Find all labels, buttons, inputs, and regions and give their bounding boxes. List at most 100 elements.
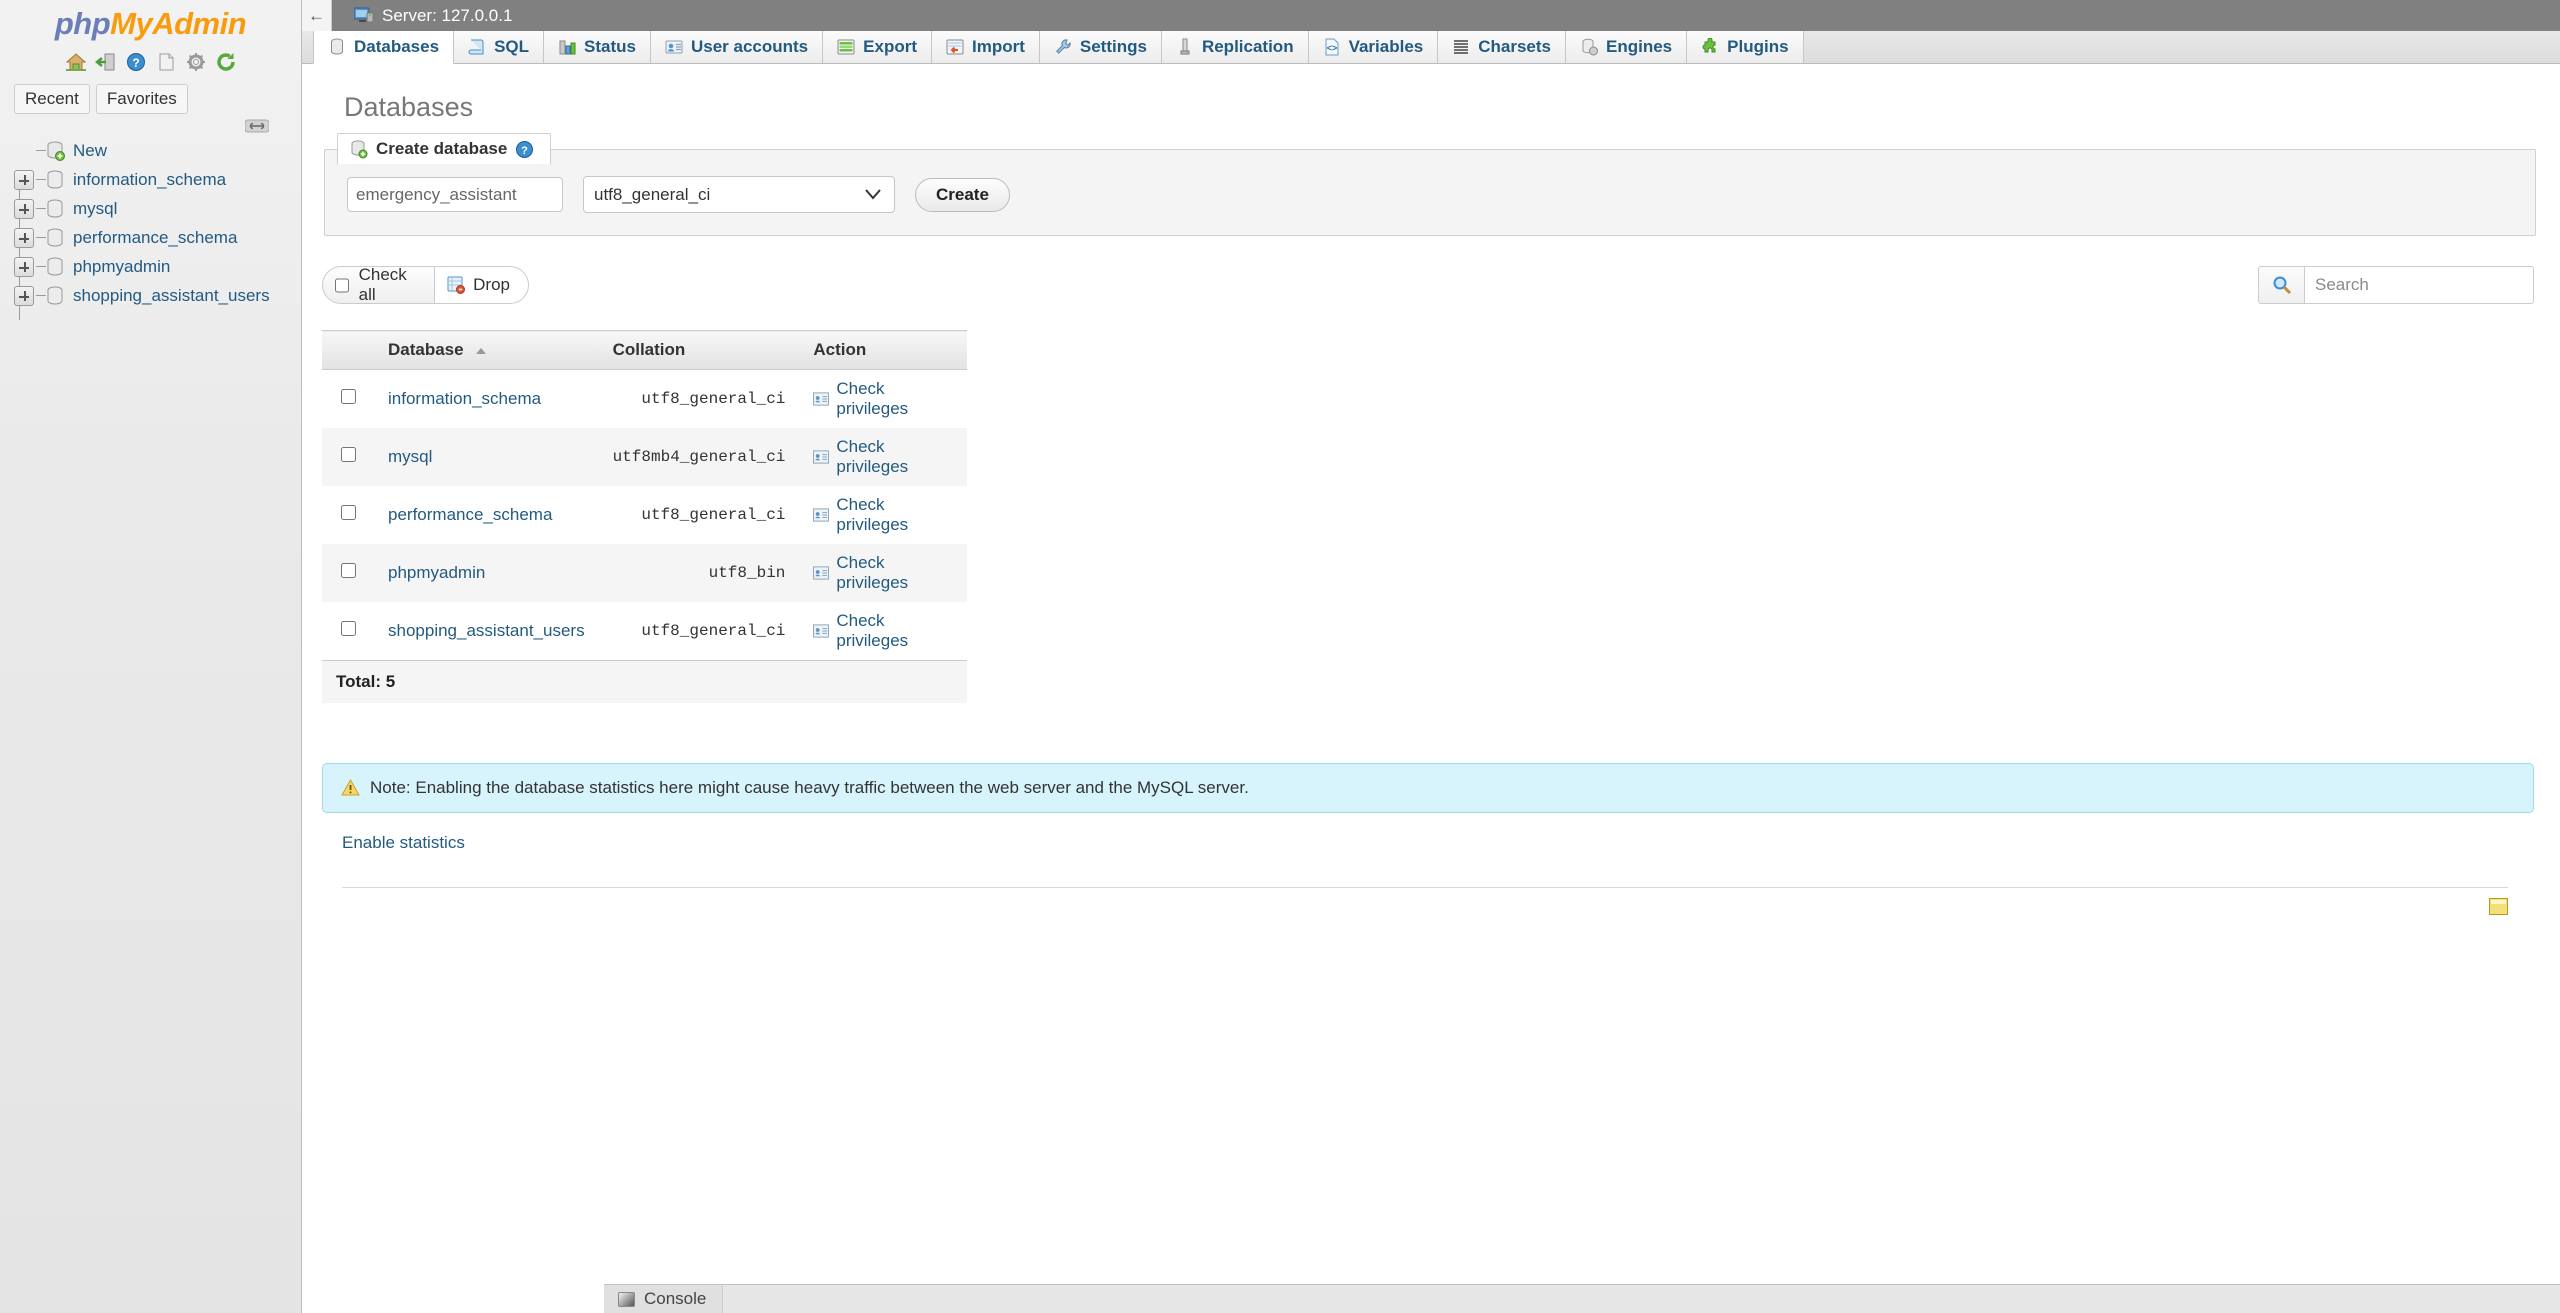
row-action-cell: Check privileges (799, 428, 968, 486)
privileges-icon (813, 508, 830, 522)
tab-databases[interactable]: Databases (313, 31, 455, 64)
tree-item-label[interactable]: information_schema (73, 170, 226, 190)
tree-item-mysql[interactable]: mysql (6, 194, 301, 223)
table-row: phpmyadmin utf8_bin Check privileges (322, 544, 968, 602)
collapse-sidebar-button[interactable]: ← (302, 0, 332, 31)
wrench-icon (1055, 39, 1071, 54)
tree-item-performance-schema[interactable]: performance_schema (6, 223, 301, 252)
table-row: shopping_assistant_users utf8_general_ci (322, 602, 968, 661)
database-link[interactable]: phpmyadmin (388, 563, 485, 582)
tab-label: Charsets (1478, 37, 1552, 56)
database-name-input[interactable] (347, 177, 563, 212)
tree-item-label[interactable]: New (73, 141, 107, 161)
row-action-cell: Check privileges (799, 544, 968, 602)
svg-text:?: ? (132, 56, 139, 70)
header-action: Action (799, 330, 968, 370)
check-all-control[interactable]: Check all (322, 265, 435, 304)
row-collation-cell: utf8mb4_general_ci (598, 428, 800, 486)
note-section: Note: Enabling the database statistics h… (302, 703, 2560, 931)
logo-php: php (54, 6, 111, 41)
tab-label: Databases (354, 37, 440, 56)
home-icon[interactable] (65, 51, 87, 73)
check-privileges-link[interactable]: Check privileges (813, 437, 953, 477)
check-privileges-link[interactable]: Check privileges (813, 611, 953, 651)
content-area: Databases Create database ? emergency_as… (302, 64, 2560, 931)
database-link[interactable]: shopping_assistant_users (388, 621, 585, 640)
create-button[interactable]: Create (915, 177, 1010, 212)
settings-gear-icon[interactable] (185, 51, 207, 73)
expand-icon[interactable] (14, 198, 34, 219)
create-database-legend: Create database ? (337, 133, 552, 165)
create-database-form: utf8_general_ci Create (347, 176, 2535, 213)
check-privileges-link[interactable]: Check privileges (813, 495, 953, 535)
status-chart-icon (559, 40, 576, 55)
tab-plugins[interactable]: Plugins (1687, 31, 1804, 63)
header-database[interactable]: Database (374, 330, 599, 370)
database-link[interactable]: information_schema (388, 389, 541, 408)
check-privileges-link[interactable]: Check privileges (813, 379, 953, 419)
help-docs-icon[interactable]: ? (125, 51, 147, 73)
tree-item-information-schema[interactable]: information_schema (6, 165, 301, 194)
tree-item-phpmyadmin[interactable]: phpmyadmin (6, 252, 301, 281)
tab-charsets[interactable]: Charsets (1438, 31, 1567, 63)
database-link[interactable]: performance_schema (388, 505, 552, 524)
row-checkbox-cell (322, 369, 374, 428)
tab-status[interactable]: Status (544, 31, 651, 63)
tab-export[interactable]: Export (823, 31, 932, 63)
expand-icon[interactable] (14, 285, 34, 306)
database-link[interactable]: mysql (388, 447, 432, 466)
row-checkbox[interactable] (340, 563, 356, 578)
tree-item-label[interactable]: performance_schema (73, 228, 237, 248)
search-box (2258, 266, 2534, 304)
tab-label: SQL (494, 37, 530, 56)
tab-user-accounts[interactable]: User accounts (650, 31, 824, 63)
link-databases-icon[interactable] (245, 118, 269, 134)
drop-button[interactable]: Drop (434, 266, 529, 304)
note-banner: Note: Enabling the database statistics h… (322, 762, 2534, 813)
logout-icon[interactable] (94, 51, 117, 73)
tree-item-shopping-assistant-users[interactable]: shopping_assistant_users (6, 281, 301, 310)
sidebar-tab-favorites[interactable]: Favorites (95, 84, 188, 114)
row-checkbox[interactable] (340, 505, 356, 520)
row-checkbox[interactable] (340, 447, 356, 462)
row-checkbox[interactable] (340, 621, 356, 636)
row-checkbox[interactable] (340, 389, 356, 404)
search-icon[interactable] (2258, 266, 2304, 304)
tree-connector (36, 150, 46, 151)
console-toggle-button[interactable]: Console (604, 1284, 724, 1313)
row-database-cell: mysql (374, 428, 599, 486)
tab-replication[interactable]: Replication (1161, 31, 1309, 63)
table-foot: Total: 5 (322, 660, 968, 703)
tree-item-new[interactable]: New (6, 136, 301, 165)
search-input[interactable] (2304, 266, 2534, 304)
check-privileges-label: Check privileges (836, 437, 909, 476)
documentation-icon[interactable] (155, 51, 177, 73)
tree-item-label[interactable]: phpmyadmin (73, 257, 170, 277)
page-title: Databases (344, 92, 474, 122)
tree-item-label[interactable]: shopping_assistant_users (73, 286, 270, 306)
check-all-checkbox[interactable] (335, 277, 349, 293)
privileges-icon (813, 392, 830, 406)
import-icon (946, 39, 964, 55)
tree-item-label[interactable]: mysql (73, 199, 117, 219)
tab-settings[interactable]: Settings (1039, 31, 1162, 63)
header-collation[interactable]: Collation (598, 330, 800, 370)
collation-select[interactable]: utf8_general_ci (583, 176, 895, 213)
tab-variables[interactable]: <> Variables (1308, 31, 1439, 63)
reload-icon[interactable] (215, 51, 237, 73)
create-database-label: Create database (376, 139, 508, 158)
expand-icon[interactable] (14, 169, 34, 190)
tab-import[interactable]: Import (932, 31, 1040, 63)
sidebar-tab-recent[interactable]: Recent (14, 84, 90, 114)
privileges-icon (813, 624, 830, 638)
enable-statistics-link[interactable]: Enable statistics (342, 833, 465, 853)
row-collation-cell: utf8_bin (598, 544, 800, 602)
check-privileges-label: Check privileges (836, 495, 909, 534)
check-privileges-link[interactable]: Check privileges (813, 553, 953, 593)
expand-icon[interactable] (14, 256, 34, 277)
expand-icon[interactable] (14, 227, 34, 248)
tab-engines[interactable]: Engines (1566, 31, 1688, 63)
help-icon[interactable]: ? (515, 140, 534, 159)
tab-sql[interactable]: SQL (454, 31, 545, 63)
page-related-settings-icon[interactable] (2489, 897, 2508, 915)
